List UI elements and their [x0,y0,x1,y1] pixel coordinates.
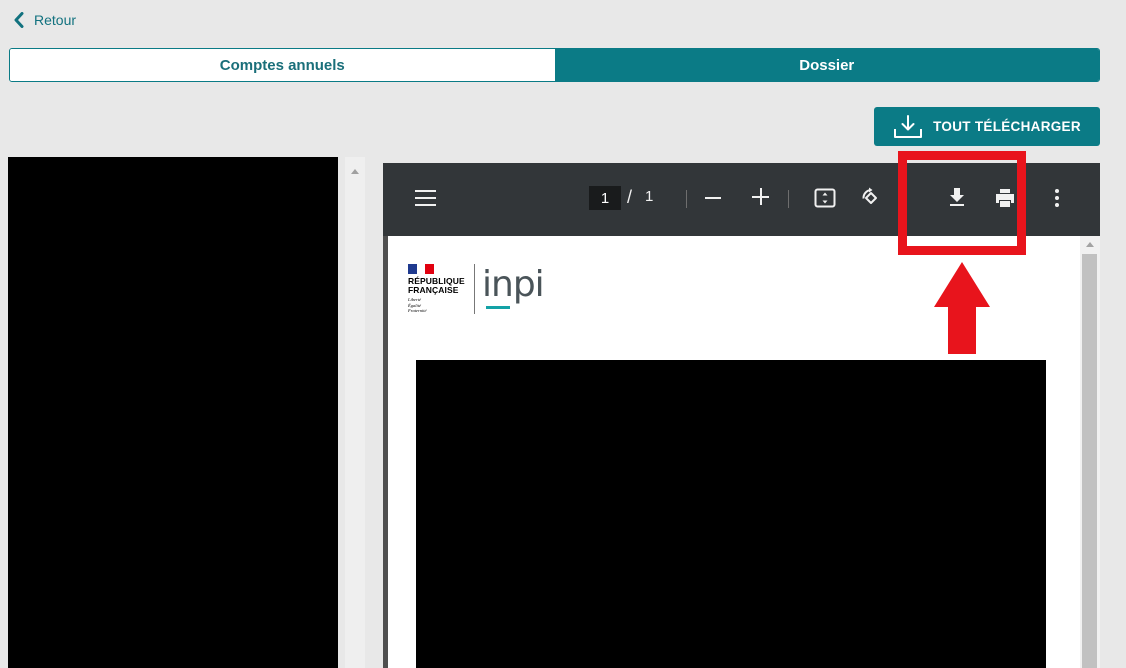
annotation-highlight-box [898,151,1026,255]
page-number-input[interactable]: 1 [589,186,621,210]
page-total: 1 [645,188,654,205]
more-options-icon[interactable] [1054,188,1060,208]
page: Retour Comptes annuels Dossier TOUT TÉLÉ… [0,0,1126,668]
scroll-up-arrow-icon[interactable] [1086,242,1094,247]
back-link[interactable]: Retour [14,12,76,28]
chevron-left-icon [14,12,24,28]
back-label: Retour [34,12,77,28]
tab-bar: Comptes annuels Dossier [9,48,1100,82]
left-scrollbar[interactable] [345,157,365,668]
tab-dossier[interactable]: Dossier [554,49,1099,81]
toolbar-divider [788,190,789,208]
french-flag-icon [408,264,435,274]
motto: Liberté Égalité Fraternité [408,297,427,313]
annotation-arrow-up-icon [934,262,990,354]
redacted-document-list [8,157,338,668]
inpi-logo-accent [486,306,510,309]
redacted-document-content [416,360,1046,668]
republique-francaise-logo: RÉPUBLIQUE FRANÇAISE Liberté Égalité Fra… [408,264,478,314]
logo-divider [474,264,475,314]
pdf-scrollbar[interactable] [1080,236,1100,668]
zoom-out-icon[interactable] [705,197,721,199]
toolbar-divider [686,190,687,208]
rotate-icon[interactable] [859,186,883,210]
scroll-up-arrow-icon[interactable] [351,169,359,174]
download-all-label: TOUT TÉLÉCHARGER [933,119,1081,134]
menu-icon[interactable] [415,190,436,207]
issuer-line-2: FRANÇAISE [408,285,459,295]
page-separator: / [627,187,633,207]
zoom-in-icon[interactable] [752,187,770,207]
fit-page-icon[interactable] [814,188,836,208]
scrollbar-thumb[interactable] [1082,254,1097,668]
tab-comptes-annuels[interactable]: Comptes annuels [10,49,555,81]
download-all-button[interactable]: TOUT TÉLÉCHARGER [874,107,1100,146]
download-tray-icon [894,114,923,138]
inpi-logo: inpi [482,264,545,305]
